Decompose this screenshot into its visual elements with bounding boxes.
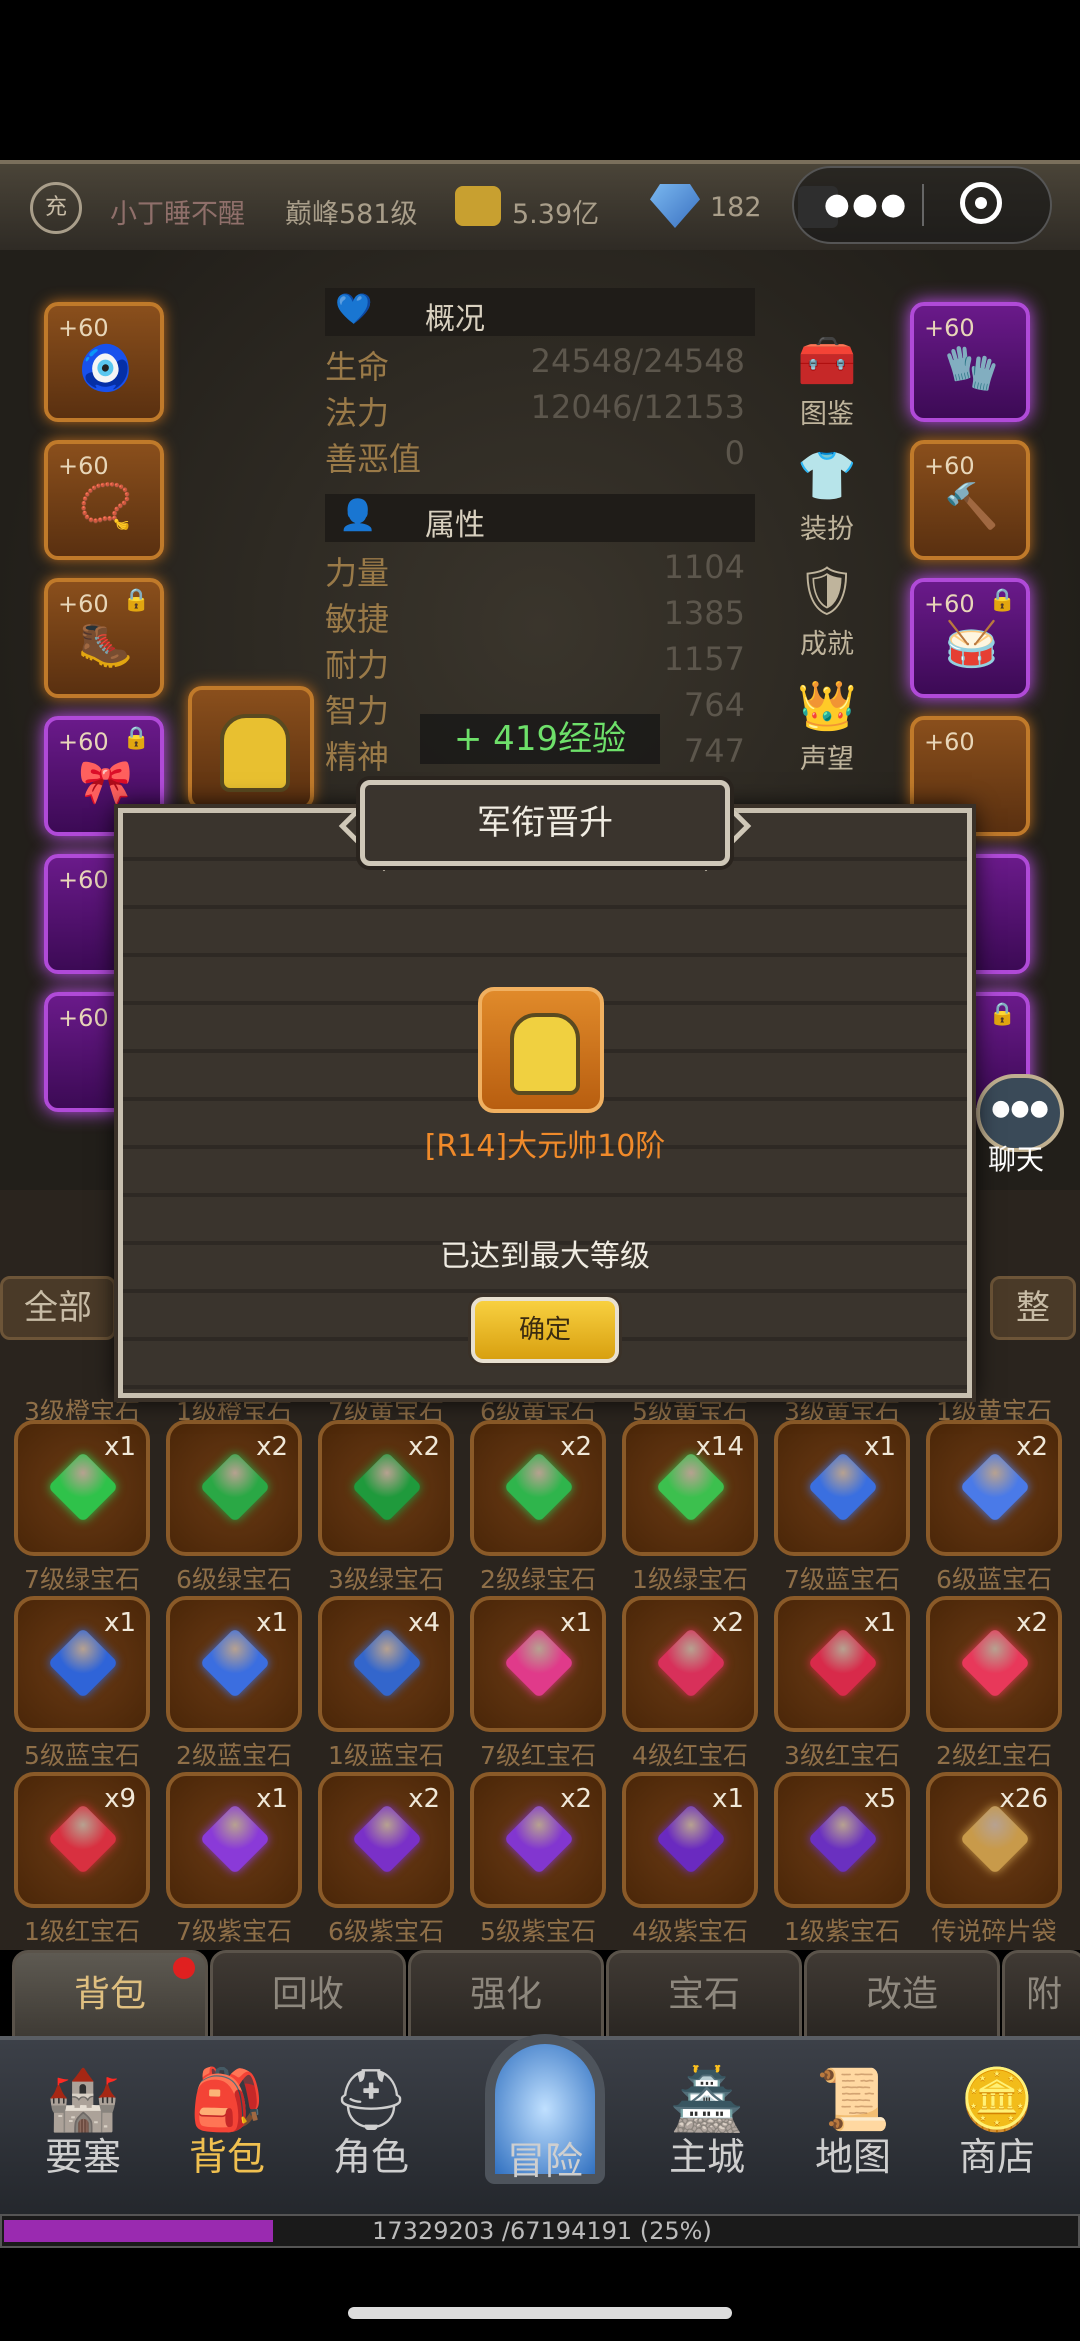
confirm-button[interactable]: 确定 xyxy=(471,1297,619,1363)
golden-helmet-icon xyxy=(510,1013,580,1095)
rank-icon-frame xyxy=(478,987,604,1113)
rank-name: [R14]大元帅10阶 xyxy=(424,1129,666,1164)
max-level-message: 已达到最大等级 xyxy=(440,1239,650,1274)
dialog-title: 军衔晋升 xyxy=(360,780,730,866)
rank-promotion-dialog: [R14]大元帅10阶 已达到最大等级 确定 xyxy=(118,808,972,1398)
